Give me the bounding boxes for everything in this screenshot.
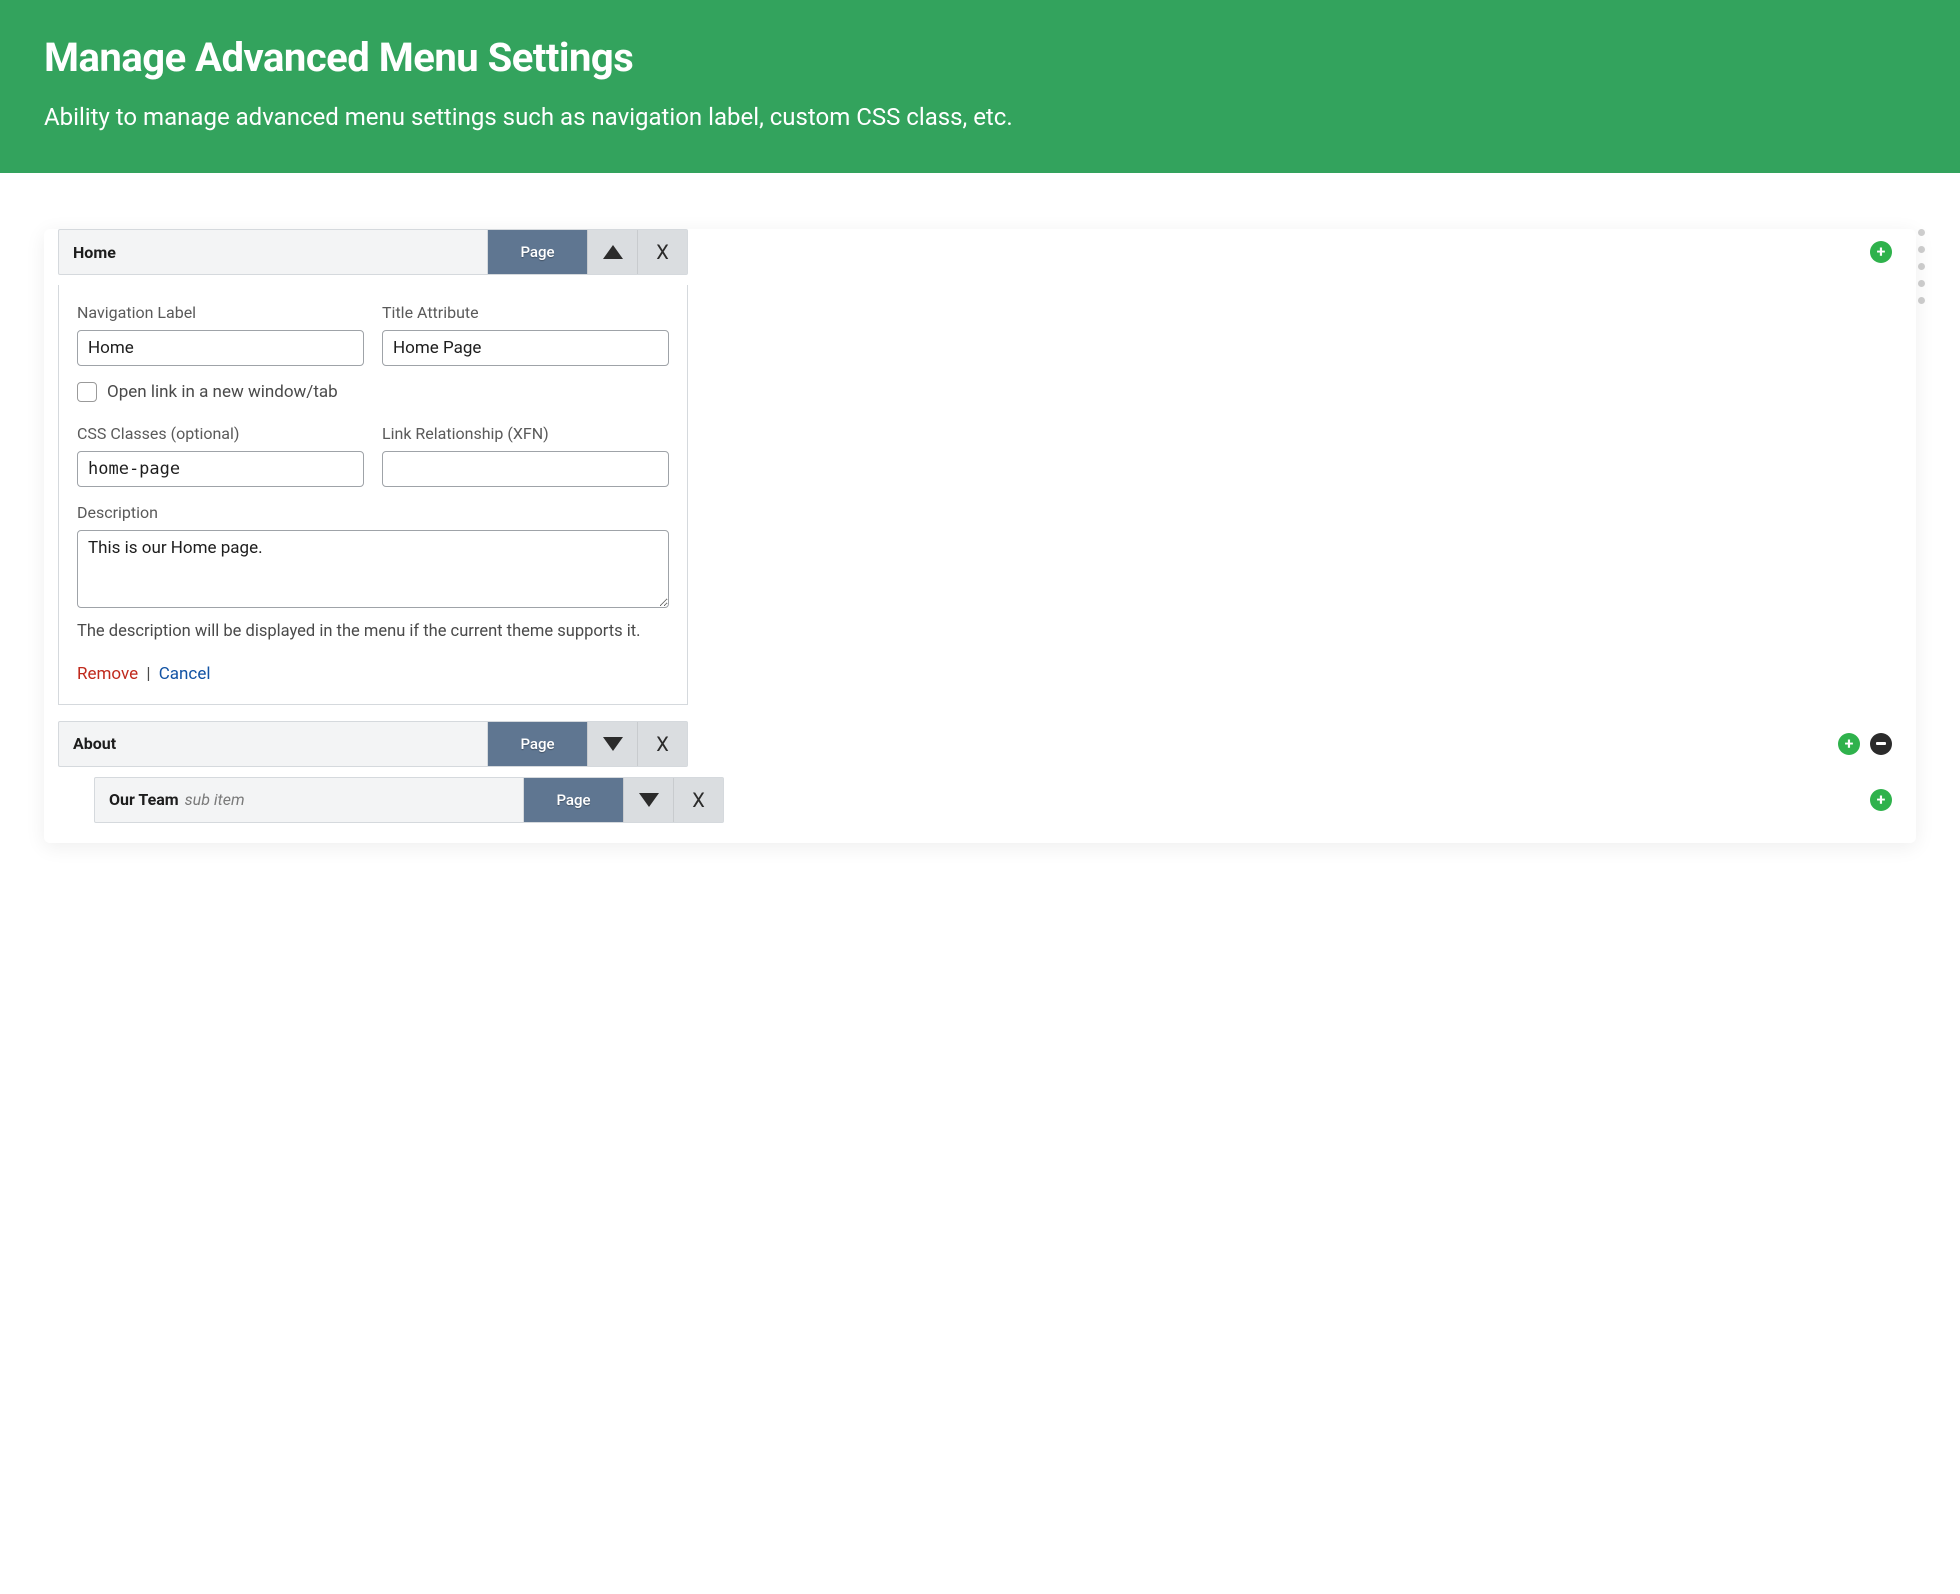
menu-item-bar[interactable]: Home Page X [58, 229, 688, 275]
menu-item-title-text: Our Team [109, 790, 179, 809]
menu-row-home: Home Page X + [44, 229, 1916, 275]
remove-item-button[interactable]: X [673, 778, 723, 822]
menu-item-title: Home [59, 230, 487, 274]
caret-down-icon [639, 793, 659, 807]
expand-toggle[interactable] [587, 722, 637, 766]
xfn-input[interactable] [382, 451, 669, 487]
page-title: Manage Advanced Menu Settings [44, 34, 1916, 81]
menu-item-bar[interactable]: Our Team sub item Page X [94, 777, 724, 823]
menu-item-type-badge: Page [487, 722, 587, 766]
content-area: Home Page X + Navigation Label [0, 173, 1960, 883]
remove-item-button[interactable]: X [637, 722, 687, 766]
menu-item-sub-label: sub item [185, 790, 245, 809]
nav-label-input[interactable] [77, 330, 364, 366]
row-controls: + [688, 721, 1892, 767]
description-help-text: The description will be displayed in the… [77, 620, 669, 644]
menu-item-type-badge: Page [523, 778, 623, 822]
open-new-checkbox[interactable] [77, 382, 97, 402]
add-item-button[interactable]: + [1870, 241, 1892, 263]
title-attr-label: Title Attribute [382, 303, 669, 322]
css-classes-input[interactable] [77, 451, 364, 487]
nav-label-label: Navigation Label [77, 303, 364, 322]
menu-item-bar[interactable]: About Page X [58, 721, 688, 767]
menu-settings-panel: Home Page X + Navigation Label [44, 229, 1916, 843]
menu-row-about: About Page X + [44, 721, 1916, 767]
close-icon: X [656, 240, 669, 264]
remove-item-control[interactable] [1870, 733, 1892, 755]
remove-item-button[interactable]: X [637, 230, 687, 274]
page-header: Manage Advanced Menu Settings Ability to… [0, 0, 1960, 173]
open-new-label: Open link in a new window/tab [107, 382, 338, 402]
row-controls: + [688, 229, 1892, 275]
menu-item-form: Navigation Label Title Attribute Open li… [58, 285, 688, 705]
collapse-toggle[interactable] [587, 230, 637, 274]
add-item-button[interactable]: + [1838, 733, 1860, 755]
expand-toggle[interactable] [623, 778, 673, 822]
xfn-label: Link Relationship (XFN) [382, 424, 669, 443]
description-label: Description [77, 503, 669, 522]
menu-row-our-team: Our Team sub item Page X + [44, 777, 1916, 823]
remove-link[interactable]: Remove [77, 664, 138, 684]
cancel-link[interactable]: Cancel [159, 664, 211, 684]
description-textarea[interactable] [77, 530, 669, 608]
menu-item-title-text: About [73, 734, 116, 753]
item-actions: Remove | Cancel [77, 664, 669, 684]
close-icon: X [656, 732, 669, 756]
actions-separator: | [142, 664, 155, 684]
close-icon: X [692, 788, 705, 812]
menu-item-title: About [59, 722, 487, 766]
add-item-button[interactable]: + [1870, 789, 1892, 811]
page-subtitle: Ability to manage advanced menu settings… [44, 103, 1916, 131]
caret-up-icon [603, 245, 623, 259]
title-attr-input[interactable] [382, 330, 669, 366]
menu-item-title: Our Team sub item [95, 778, 523, 822]
caret-down-icon [603, 737, 623, 751]
css-classes-label: CSS Classes (optional) [77, 424, 364, 443]
menu-item-type-badge: Page [487, 230, 587, 274]
row-controls: + [724, 777, 1892, 823]
menu-item-title-text: Home [73, 243, 116, 262]
